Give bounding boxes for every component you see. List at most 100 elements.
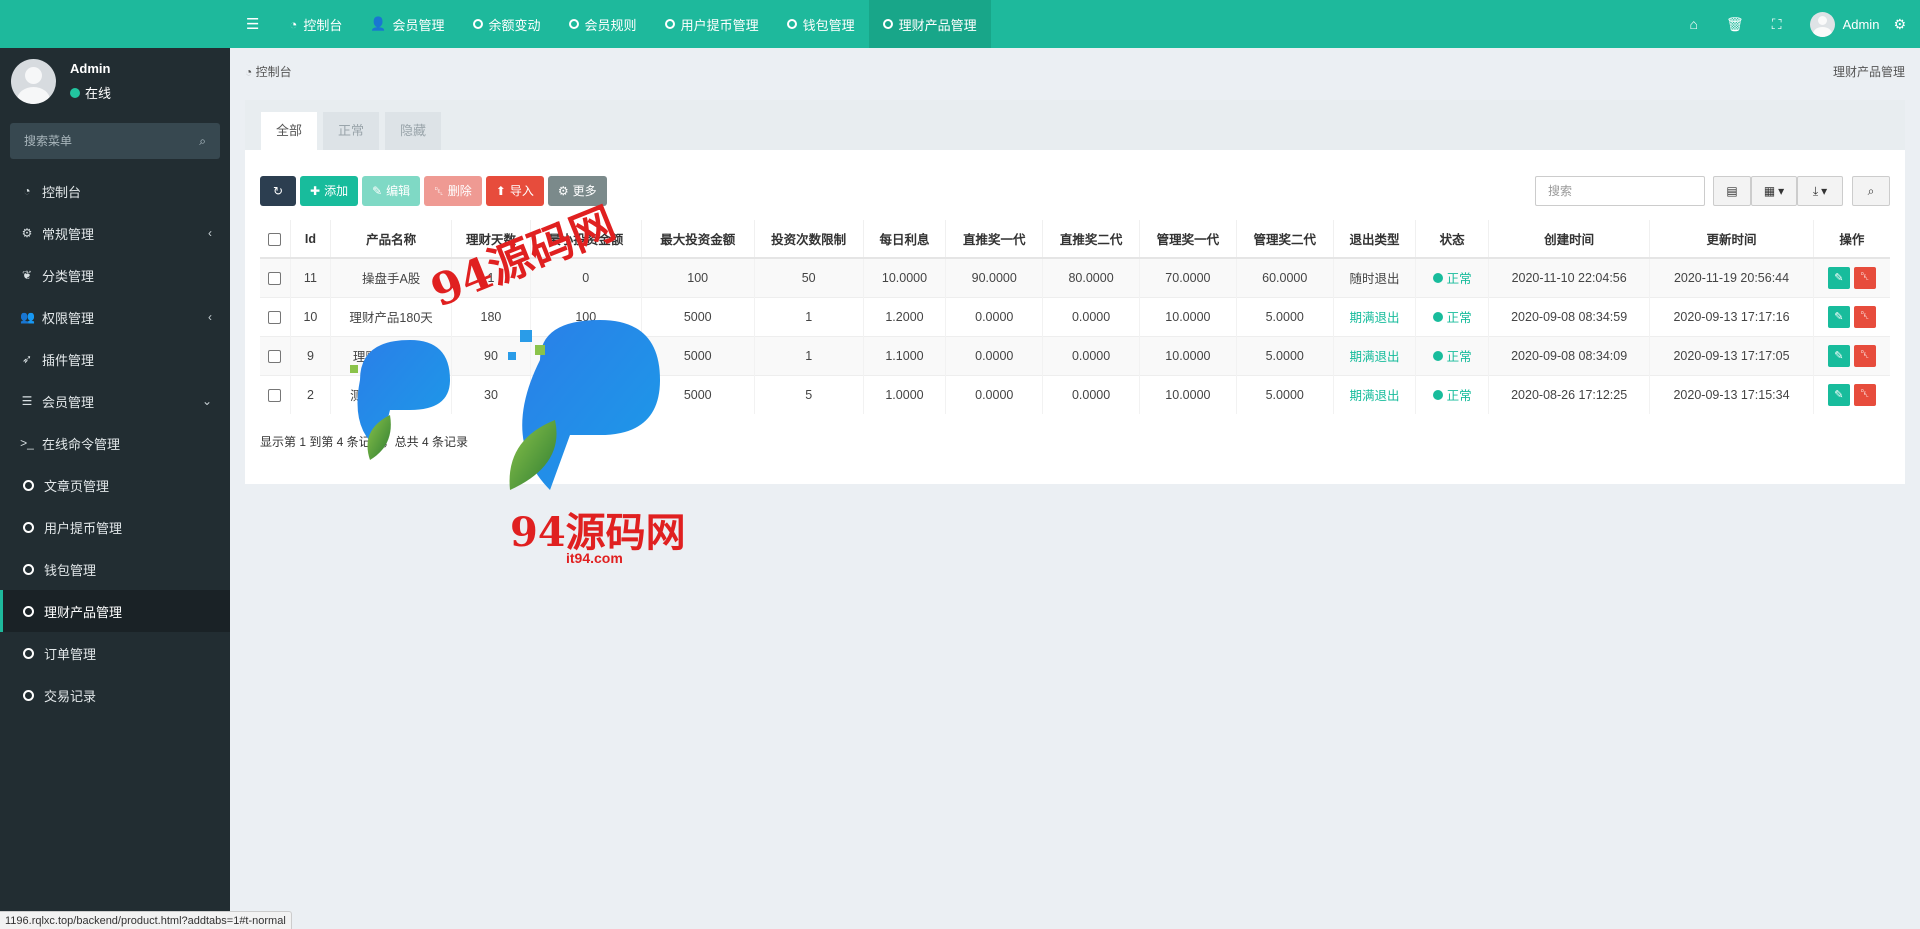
- table-cell: 2020-09-08 08:34:09: [1487, 335, 1650, 375]
- add-button[interactable]: ✚ 添加: [300, 176, 359, 206]
- column-header[interactable]: 直推奖二代: [1042, 220, 1140, 259]
- nav-tab[interactable]: 理财产品管理: [868, 0, 991, 48]
- sidebar-item[interactable]: 👥 权限管理 ‹: [0, 296, 230, 338]
- column-header[interactable]: 状态: [1415, 220, 1489, 259]
- more-button[interactable]: ⚙ 更多: [547, 176, 607, 206]
- edit-row-button[interactable]: ✎: [1827, 344, 1850, 367]
- sidebar-item[interactable]: >_ 在线命令管理: [0, 422, 230, 464]
- column-header[interactable]: 管理奖一代: [1138, 220, 1237, 259]
- table-cell: 100: [529, 296, 642, 336]
- column-header[interactable]: 理财天数: [451, 220, 531, 259]
- column-header[interactable]: 创建时间: [1487, 220, 1650, 259]
- table-cell: 100: [640, 257, 755, 297]
- nav-tab[interactable]: 余额变动: [459, 0, 555, 48]
- column-header[interactable]: 管理奖二代: [1235, 220, 1334, 259]
- nav-tab[interactable]: 用户提币管理: [651, 0, 773, 48]
- column-header[interactable]: 投资次数限制: [753, 220, 864, 259]
- status-badge[interactable]: 正常: [1432, 307, 1472, 326]
- table-row[interactable]: 11 操盘手A股 1 0 100 50 10.0000 90.0000 80.0000 70.00…: [260, 257, 1890, 297]
- exit-type-link[interactable]: 期满退出: [1349, 389, 1399, 403]
- edit-row-button[interactable]: ✎: [1827, 305, 1850, 328]
- columns-button[interactable]: ▦ ▾: [1751, 176, 1797, 206]
- home-icon[interactable]: ⌂: [1676, 16, 1712, 32]
- delete-row-button[interactable]: ␡: [1853, 266, 1876, 289]
- table-cell: 1: [451, 257, 531, 297]
- exit-type-link[interactable]: 随时退出: [1349, 272, 1399, 286]
- nav-tab[interactable]: 钱包管理: [773, 0, 869, 48]
- breadcrumb-current: 理财产品管理: [1832, 65, 1905, 79]
- column-header[interactable]: 退出类型: [1332, 220, 1416, 259]
- column-header[interactable]: 最小投资金额: [529, 220, 642, 259]
- trash-icon[interactable]: 🗑: [1712, 16, 1758, 33]
- sidebar-item[interactable]: 文章页管理: [0, 464, 230, 506]
- column-header[interactable]: 操作: [1812, 220, 1890, 259]
- sidebar-item[interactable]: 交易记录: [0, 674, 230, 716]
- rocket-icon: ➶: [21, 352, 33, 366]
- toggle-view-button[interactable]: ▤: [1713, 176, 1751, 206]
- status-badge[interactable]: 正常: [1432, 268, 1472, 287]
- status-badge[interactable]: 正常: [1432, 385, 1472, 404]
- tab-hidden[interactable]: 隐藏: [385, 112, 442, 150]
- nav-tab[interactable]: 👤 会员管理: [356, 0, 458, 48]
- table-row[interactable]: 2 测试理财产品2 30 100 5000 5 1.0000 0.0000 0.0000 10.0…: [260, 374, 1890, 414]
- advanced-search-button[interactable]: ⌕: [1852, 176, 1890, 206]
- edit-button[interactable]: ✎ 编辑: [362, 176, 421, 206]
- table-row[interactable]: 10 理财产品180天 180 100 5000 1 1.2000 0.0000 0.0000 1…: [260, 296, 1890, 336]
- admin-avatar[interactable]: [1809, 11, 1835, 37]
- import-button[interactable]: ⬆ 导入: [485, 176, 544, 206]
- sidebar-item[interactable]: ◔ 控制台: [0, 170, 230, 212]
- column-header[interactable]: Id: [289, 220, 331, 259]
- exit-type-link[interactable]: 期满退出: [1349, 350, 1399, 364]
- exit-type-link[interactable]: 期满退出: [1349, 311, 1399, 325]
- select-all-checkbox[interactable]: [268, 232, 282, 246]
- row-checkbox[interactable]: [268, 271, 282, 285]
- delete-button[interactable]: ␡ 删除: [424, 176, 482, 206]
- table-cell: 2020-09-13 17:17:16: [1649, 296, 1814, 336]
- delete-row-button[interactable]: ␡: [1853, 344, 1876, 367]
- menu-search-input[interactable]: 搜索菜单 ⌕: [10, 123, 220, 159]
- table-row[interactable]: 9 理财产品90天 90 100 5000 1 1.1000 0.0000 0.0000 10.0…: [260, 335, 1890, 375]
- breadcrumb-home[interactable]: 控制台: [256, 65, 292, 79]
- settings-icon[interactable]: ⚙: [1879, 16, 1920, 33]
- upload-icon: ⬆: [495, 184, 506, 198]
- column-header[interactable]: 直推奖一代: [945, 220, 1043, 259]
- column-header[interactable]: 更新时间: [1649, 220, 1814, 259]
- refresh-button[interactable]: ↻: [260, 176, 296, 206]
- table-cell: 正常: [1415, 296, 1489, 336]
- status-badge[interactable]: 正常: [1432, 346, 1472, 365]
- sidebar-item[interactable]: 用户提币管理: [0, 506, 230, 548]
- sidebar-item[interactable]: ☰ 会员管理 ⌄: [0, 380, 230, 422]
- fullscreen-icon[interactable]: ⛶: [1758, 16, 1796, 33]
- admin-name[interactable]: Admin: [1843, 17, 1880, 32]
- table-cell: 期满退出: [1332, 296, 1416, 336]
- sidebar-item[interactable]: 钱包管理: [0, 548, 230, 590]
- table-cell: 30: [451, 374, 531, 414]
- delete-row-button[interactable]: ␡: [1853, 383, 1876, 406]
- table-cell: 2020-09-13 17:15:34: [1649, 374, 1814, 414]
- row-checkbox[interactable]: [268, 310, 282, 324]
- row-checkbox[interactable]: [268, 349, 282, 363]
- sidebar-item[interactable]: 订单管理: [0, 632, 230, 674]
- tab-all[interactable]: 全部: [261, 112, 318, 150]
- table-cell: 90.0000: [945, 257, 1043, 297]
- edit-row-button[interactable]: ✎: [1827, 266, 1850, 289]
- row-checkbox[interactable]: [268, 388, 282, 402]
- column-header[interactable]: 产品名称: [330, 220, 452, 259]
- sidebar-item[interactable]: ⚙ 常规管理 ‹: [0, 212, 230, 254]
- table-cell: 0: [529, 257, 642, 297]
- tab-normal[interactable]: 正常: [323, 112, 380, 150]
- nav-tab[interactable]: 会员规则: [555, 0, 651, 48]
- export-button[interactable]: ⤓ ▾: [1797, 176, 1843, 206]
- nav-tab[interactable]: ◔ 控制台: [275, 0, 356, 48]
- sidebar-item[interactable]: 理财产品管理: [0, 590, 230, 632]
- menu-toggle-icon[interactable]: ☰: [230, 0, 275, 48]
- edit-row-button[interactable]: ✎: [1827, 383, 1850, 406]
- user-name: Admin: [70, 61, 111, 76]
- delete-row-button[interactable]: ␡: [1853, 305, 1876, 328]
- sidebar-item[interactable]: ❦ 分类管理: [0, 254, 230, 296]
- column-header[interactable]: 每日利息: [862, 220, 946, 259]
- sidebar-item[interactable]: ➶ 插件管理: [0, 338, 230, 380]
- table-cell: 0.0000: [945, 296, 1043, 336]
- column-header[interactable]: 最大投资金额: [640, 220, 755, 259]
- table-search-input[interactable]: 搜索: [1535, 176, 1705, 206]
